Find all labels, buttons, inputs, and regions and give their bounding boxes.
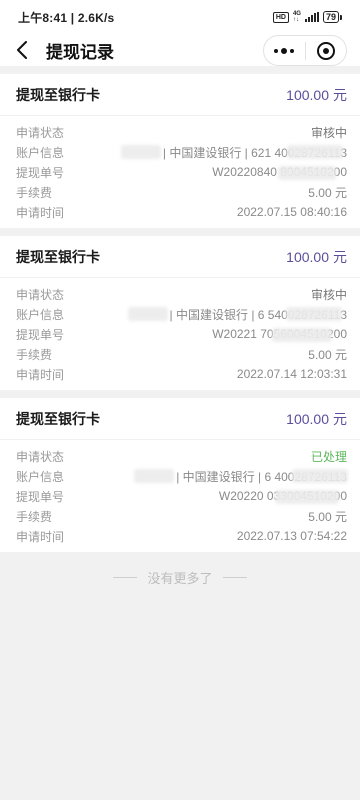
back-arrow-icon[interactable] xyxy=(12,40,32,60)
order-number-label: 提现单号 xyxy=(16,165,65,180)
fee-value: 5.00 元 xyxy=(308,347,347,362)
order-number-value: W20221 7056004510200 xyxy=(212,327,347,342)
order-number-row: 提现单号 W20220840 8004510200 xyxy=(16,162,347,182)
withdrawal-record-card[interactable]: 提现至银行卡 100.00 元 申请状态 审核中 账户信息 | 中国建设银行 | … xyxy=(0,236,360,390)
status-time-speed: 上午8:41 | 2.6K/s xyxy=(18,10,115,25)
order-number-row: 提现单号 W20221 7056004510200 xyxy=(16,324,347,344)
status-row: 申请状态 已处理 xyxy=(16,446,347,466)
status-value: 已处理 xyxy=(310,449,347,464)
account-label: 账户信息 xyxy=(16,145,65,160)
time-value: 2022.07.14 12:03:31 xyxy=(236,367,347,381)
fee-row: 手续费 5.00 元 xyxy=(16,182,347,202)
redaction-blur xyxy=(134,468,175,483)
close-program-button[interactable] xyxy=(306,36,347,65)
fee-row: 手续费 5.00 元 xyxy=(16,506,347,526)
more-button[interactable] xyxy=(264,36,305,65)
time-value: 2022.07.13 07:54:22 xyxy=(236,529,347,543)
status-label: 申请状态 xyxy=(16,125,65,140)
account-value: | 中国建设银行 | 6 40028726113 xyxy=(134,468,349,485)
fee-label: 手续费 xyxy=(16,185,53,200)
redaction-blur xyxy=(272,328,333,342)
amount-unit: 元 xyxy=(333,86,347,103)
redaction-blur xyxy=(120,144,161,159)
mini-program-capsule xyxy=(263,35,347,66)
status-bar: 上午8:41 | 2.6K/s HD 4G ↑↓ 79 xyxy=(0,0,360,34)
account-label: 账户信息 xyxy=(16,307,65,322)
record-header: 提现至银行卡 100.00 元 xyxy=(0,74,360,116)
redaction-blur xyxy=(274,490,339,504)
status-value: 审核中 xyxy=(310,125,347,140)
redaction-blur xyxy=(286,144,343,159)
time-label: 申请时间 xyxy=(16,205,65,220)
network-type-icon: 4G ↑↓ xyxy=(293,11,301,23)
navigation-bar: 提现记录 xyxy=(0,34,360,66)
time-row: 申请时间 2022.07.14 12:03:31 xyxy=(16,364,347,384)
account-label: 账户信息 xyxy=(16,469,65,484)
record-title: 提现至银行卡 xyxy=(16,86,100,103)
signal-icon xyxy=(304,12,319,22)
record-title: 提现至银行卡 xyxy=(16,248,100,265)
status-label: 申请状态 xyxy=(16,449,65,464)
amount-value: 100.00 xyxy=(286,86,329,103)
page-title: 提现记录 xyxy=(46,42,114,62)
fee-label: 手续费 xyxy=(16,509,53,524)
redaction-blur xyxy=(127,306,168,321)
status-row: 申请状态 审核中 xyxy=(16,284,347,304)
record-details: 申请状态 审核中 账户信息 | 中国建设银行 | 6 540028726113 … xyxy=(0,278,360,390)
withdrawal-record-card[interactable]: 提现至银行卡 100.00 元 申请状态 审核中 账户信息 | 中国建设银行 | … xyxy=(0,74,360,228)
status-icons: HD 4G ↑↓ 79 xyxy=(272,11,343,23)
status-row: 申请状态 审核中 xyxy=(16,122,347,142)
network-activity-label: ↑↓ xyxy=(292,17,299,23)
divider-line xyxy=(222,577,247,578)
amount-unit: 元 xyxy=(333,410,347,427)
close-target-icon xyxy=(316,41,335,60)
account-row: 账户信息 | 中国建设银行 | 6 540028726113 xyxy=(16,304,347,324)
order-number-label: 提现单号 xyxy=(16,327,65,342)
time-row: 申请时间 2022.07.15 08:40:16 xyxy=(16,202,347,222)
withdrawal-record-list: 提现至银行卡 100.00 元 申请状态 审核中 账户信息 | 中国建设银行 | … xyxy=(0,74,360,552)
account-row: 账户信息 | 中国建设银行 | 621 40028726113 xyxy=(16,142,347,162)
time-label: 申请时间 xyxy=(16,529,65,544)
status-label: 申请状态 xyxy=(16,287,65,302)
record-amount: 100.00 元 xyxy=(286,409,347,429)
amount-value: 100.00 xyxy=(286,410,329,427)
order-number-row: 提现单号 W20220 033004510200 xyxy=(16,486,347,506)
fee-row: 手续费 5.00 元 xyxy=(16,344,347,364)
no-more-text: 没有更多了 xyxy=(147,571,213,586)
fee-value: 5.00 元 xyxy=(308,185,347,200)
order-number-value: W20220 033004510200 xyxy=(219,489,347,504)
divider-line xyxy=(113,577,138,578)
redaction-blur xyxy=(278,166,337,180)
more-dots-icon xyxy=(274,47,295,54)
fee-label: 手续费 xyxy=(16,347,53,362)
record-amount: 100.00 元 xyxy=(286,247,347,267)
record-title: 提现至银行卡 xyxy=(16,410,100,427)
redaction-blur xyxy=(285,306,342,321)
redaction-blur xyxy=(292,468,349,483)
record-amount: 100.00 元 xyxy=(286,85,347,105)
fee-value: 5.00 元 xyxy=(308,509,347,524)
account-value: | 中国建设银行 | 6 540028726113 xyxy=(127,306,347,323)
time-row: 申请时间 2022.07.13 07:54:22 xyxy=(16,526,347,546)
account-row: 账户信息 | 中国建设银行 | 6 40028726113 xyxy=(16,466,349,486)
no-more-indicator: 没有更多了 xyxy=(0,568,360,587)
record-header: 提现至银行卡 100.00 元 xyxy=(0,398,360,440)
record-header: 提现至银行卡 100.00 元 xyxy=(0,236,360,278)
time-value: 2022.07.15 08:40:16 xyxy=(236,205,347,219)
account-value: | 中国建设银行 | 621 40028726113 xyxy=(120,144,347,161)
amount-value: 100.00 xyxy=(286,248,329,265)
order-number-value: W20220840 8004510200 xyxy=(212,165,347,180)
withdrawal-record-card[interactable]: 提现至银行卡 100.00 元 申请状态 已处理 账户信息 | 中国建设银行 | … xyxy=(0,398,360,552)
amount-unit: 元 xyxy=(333,248,347,265)
battery-icon: 79 xyxy=(322,11,343,23)
record-details: 申请状态 已处理 账户信息 | 中国建设银行 | 6 40028726113 提… xyxy=(0,440,360,552)
order-number-label: 提现单号 xyxy=(16,489,65,504)
status-value: 审核中 xyxy=(310,287,347,302)
record-details: 申请状态 审核中 账户信息 | 中国建设银行 | 621 40028726113… xyxy=(0,116,360,228)
hd-icon: HD xyxy=(272,11,289,23)
time-label: 申请时间 xyxy=(16,367,65,382)
